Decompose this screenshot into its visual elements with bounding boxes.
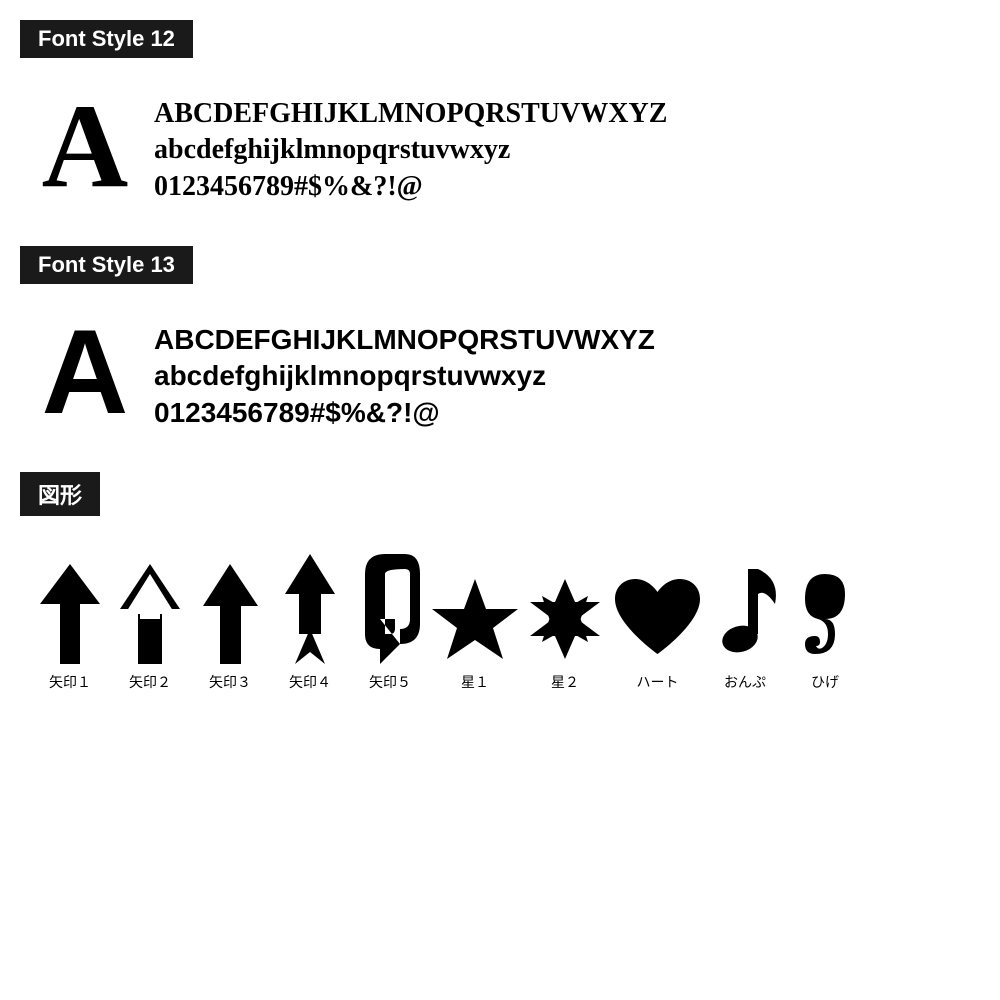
font-style-12-label: Font Style 12 bbox=[20, 20, 193, 58]
shape-arrow5: 矢印５ bbox=[350, 554, 430, 692]
star1-icon bbox=[430, 574, 520, 664]
arrow2-label: 矢印２ bbox=[129, 672, 171, 692]
font-style-13-demo: A ABCDEFGHIJKLMNOPQRSTUVWXYZ abcdefghijk… bbox=[20, 302, 980, 442]
heart-label: ハート bbox=[637, 672, 679, 692]
font-style-13-section: Font Style 13 A ABCDEFGHIJKLMNOPQRSTUVWX… bbox=[20, 246, 980, 442]
font-style-13-line-2: abcdefghijklmnopqrstuvwxyz bbox=[154, 358, 655, 394]
arrow3-label: 矢印３ bbox=[209, 672, 251, 692]
arrow4-label: 矢印４ bbox=[289, 672, 331, 692]
star1-label: 星１ bbox=[461, 672, 489, 692]
font-style-13-label: Font Style 13 bbox=[20, 246, 193, 284]
arrow1-icon bbox=[40, 564, 100, 664]
font-style-13-line-1: ABCDEFGHIJKLMNOPQRSTUVWXYZ bbox=[154, 322, 655, 358]
shape-arrow4: 矢印４ bbox=[270, 554, 350, 692]
star2-label: 星２ bbox=[551, 672, 579, 692]
font-style-13-char-lines: ABCDEFGHIJKLMNOPQRSTUVWXYZ abcdefghijklm… bbox=[154, 312, 655, 431]
font-style-12-line-3: 0123456789#$%&?!@ bbox=[154, 169, 667, 205]
font-style-12-big-letter: A bbox=[40, 86, 130, 206]
font-style-12-demo: A ABCDEFGHIJKLMNOPQRSTUVWXYZ abcdefghijk… bbox=[20, 76, 980, 216]
arrow2-icon bbox=[120, 564, 180, 664]
arrow5-icon bbox=[360, 554, 420, 664]
curl-label: ひげ bbox=[811, 672, 839, 692]
music-icon bbox=[710, 564, 780, 664]
arrow1-label: 矢印１ bbox=[49, 672, 91, 692]
shape-music: おんぷ bbox=[705, 564, 785, 692]
shapes-row: 矢印１ 矢印２ 矢印３ bbox=[20, 534, 980, 702]
shape-star2: 星２ bbox=[520, 574, 610, 692]
font-style-12-line-1: ABCDEFGHIJKLMNOPQRSTUVWXYZ bbox=[154, 96, 667, 132]
shape-star1: 星１ bbox=[430, 574, 520, 692]
arrow5-label: 矢印５ bbox=[369, 672, 411, 692]
shape-arrow2: 矢印２ bbox=[110, 564, 190, 692]
music-label: おんぷ bbox=[724, 672, 766, 692]
shape-curl: ひげ bbox=[785, 564, 865, 692]
shapes-section: 図形 矢印１ 矢印２ bbox=[20, 472, 980, 702]
font-style-13-big-letter: A bbox=[40, 312, 130, 432]
arrow3-icon bbox=[203, 564, 258, 664]
shape-arrow1: 矢印１ bbox=[30, 564, 110, 692]
star2-icon bbox=[520, 574, 610, 664]
font-style-12-char-lines: ABCDEFGHIJKLMNOPQRSTUVWXYZ abcdefghijklm… bbox=[154, 86, 667, 205]
shapes-section-label: 図形 bbox=[20, 472, 100, 516]
shape-arrow3: 矢印３ bbox=[190, 564, 270, 692]
font-style-12-line-2: abcdefghijklmnopqrstuvwxyz bbox=[154, 132, 667, 168]
arrow4-icon bbox=[285, 554, 335, 664]
curl-icon bbox=[800, 564, 850, 664]
shape-heart: ハート bbox=[610, 574, 705, 692]
font-style-13-line-3: 0123456789#$%&?!@ bbox=[154, 395, 655, 431]
font-style-12-section: Font Style 12 A ABCDEFGHIJKLMNOPQRSTUVWX… bbox=[20, 20, 980, 216]
heart-icon bbox=[610, 574, 705, 664]
